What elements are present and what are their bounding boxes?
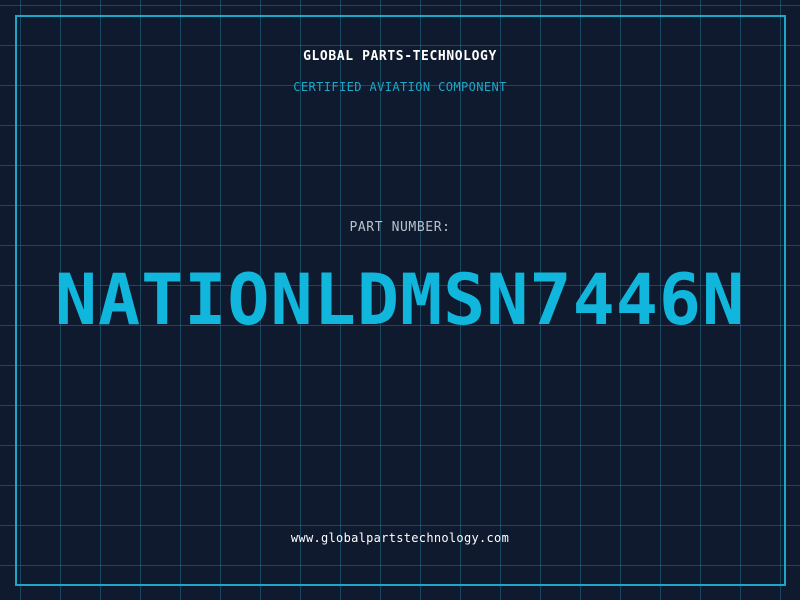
brand-name: GLOBAL PARTS-TECHNOLOGY xyxy=(303,49,497,64)
part-number-value: NATIONLDMSN7446N xyxy=(54,259,746,341)
brand-tagline: CERTIFIED AVIATION COMPONENT xyxy=(293,80,507,94)
website-link[interactable]: www.globalpartstechnology.com xyxy=(0,531,800,545)
part-number-label: PART NUMBER: xyxy=(349,220,451,235)
